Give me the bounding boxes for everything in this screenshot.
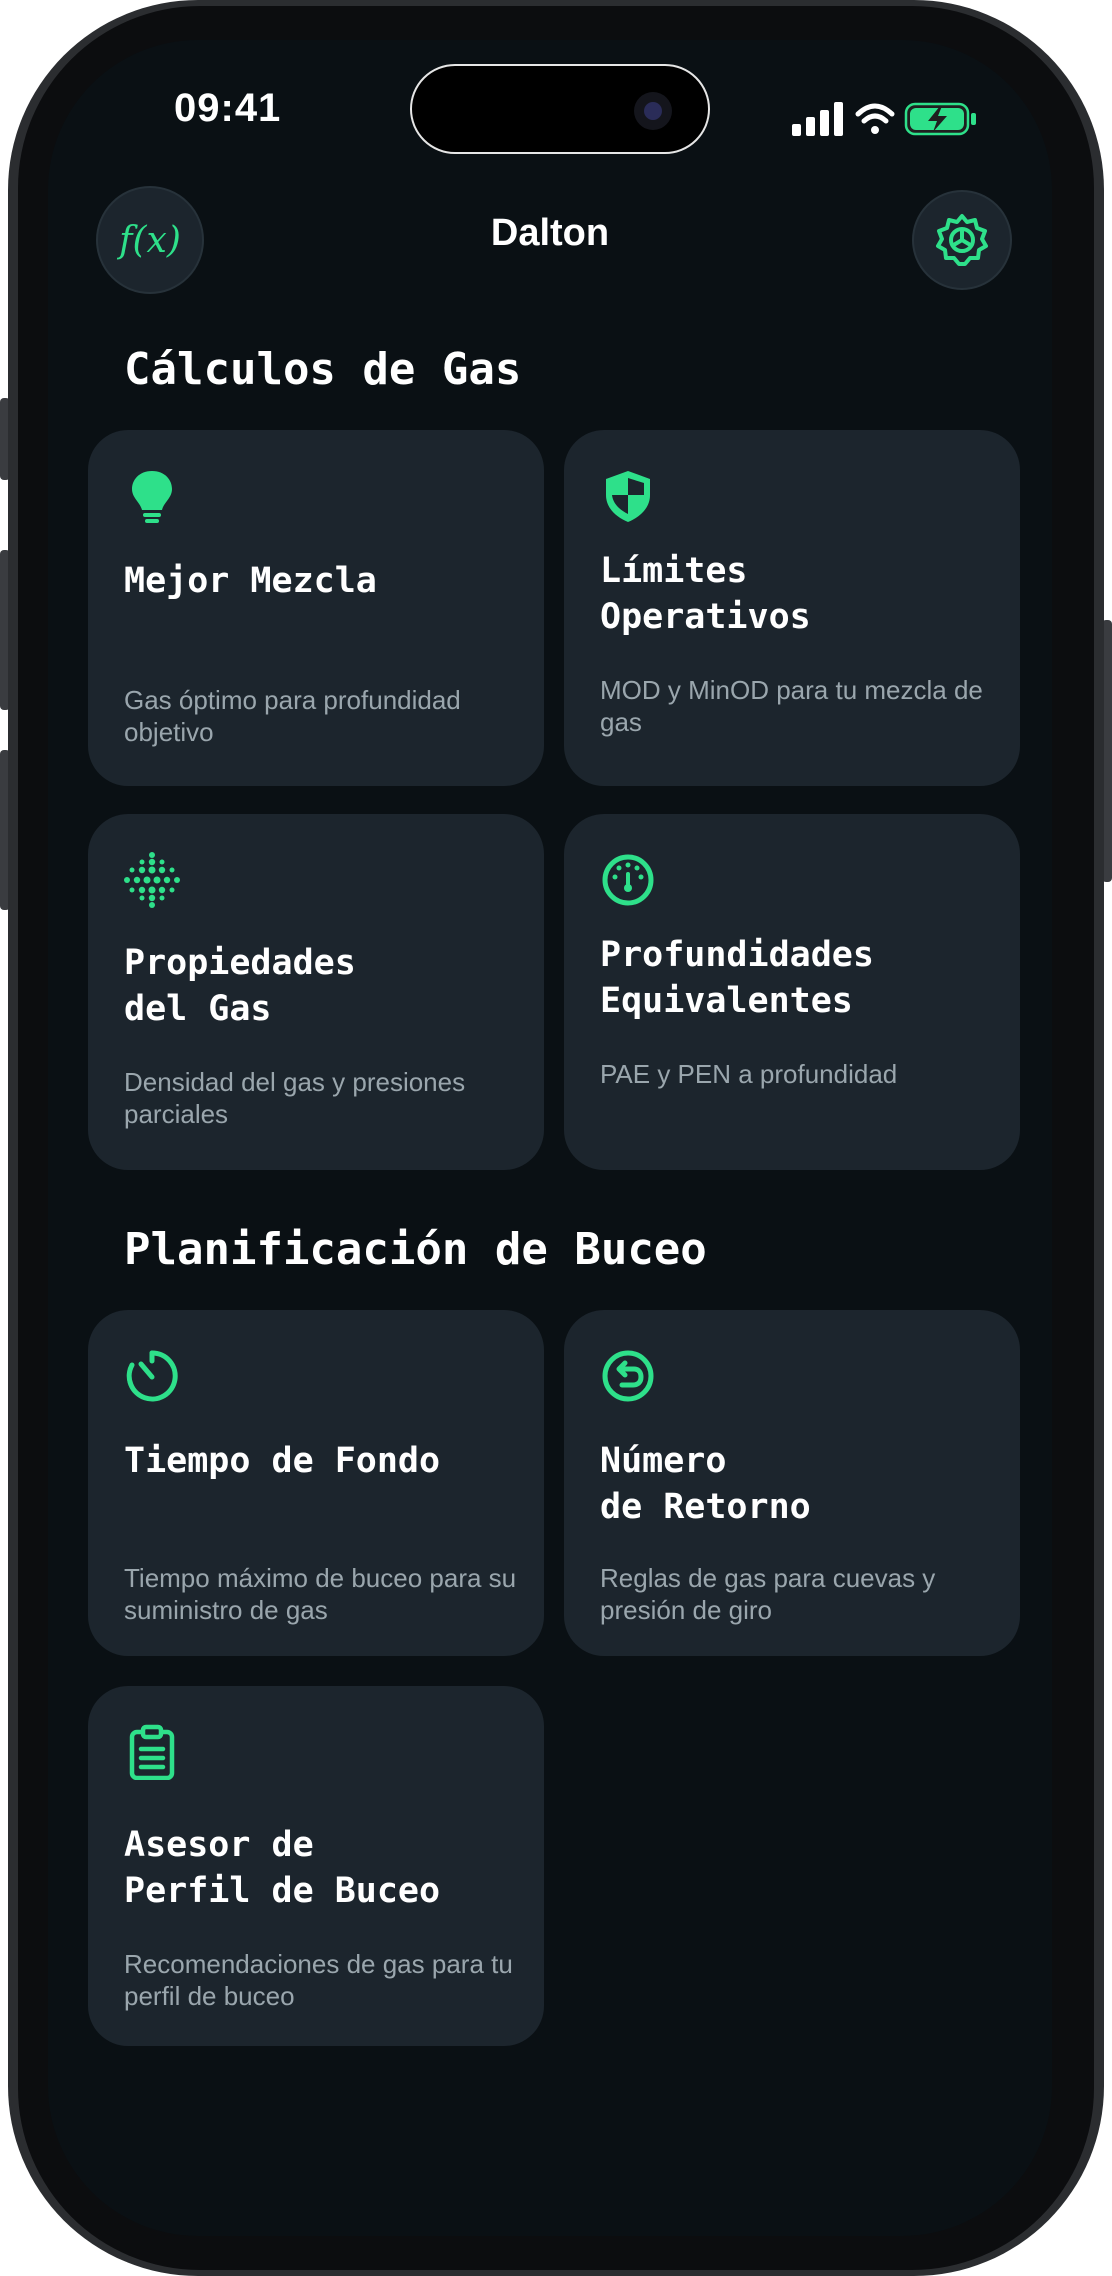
card-subtitle: MOD y MinOD para tu mezcla de gas (600, 675, 983, 737)
camera-icon (634, 92, 672, 130)
page-title: Dalton (490, 212, 610, 254)
card-title: Propiedades del Gas (124, 943, 356, 1029)
card-best-mix[interactable]: Mejor Mezcla Gas óptimo para profundidad… (88, 430, 544, 786)
dynamic-island (410, 64, 710, 154)
card-title: Mejor Mezcla (124, 561, 377, 601)
wifi-icon (855, 103, 895, 134)
return-arrow-icon (602, 1350, 654, 1402)
section-title-gas: Cálculos de Gas (124, 344, 522, 395)
status-icons (792, 100, 992, 144)
card-subtitle: Tiempo máximo de buceo para su suministr… (124, 1563, 517, 1625)
lightbulb-icon (132, 471, 172, 523)
card-operating-limits[interactable]: Límites Operativos MOD y MinOD para tu m… (564, 430, 1020, 786)
card-bottom-time[interactable]: Tiempo de Fondo Tiempo máximo de buceo p… (88, 1310, 544, 1656)
card-subtitle: Recomendaciones de gas para tu perfil de… (124, 1949, 513, 2011)
card-title: Asesor de Perfil de Buceo (124, 1825, 441, 1911)
clipboard-icon (129, 1724, 175, 1780)
card-gas-properties[interactable]: Propiedades del Gas Densidad del gas y p… (88, 814, 544, 1170)
gauge-icon (602, 854, 654, 906)
card-dive-profile-advisor[interactable]: Asesor de Perfil de Buceo Recomendacione… (88, 1686, 544, 2046)
card-title: Límites Operativos (600, 551, 811, 637)
gear-icon (936, 214, 988, 266)
card-subtitle: Densidad del gas y presiones parciales (124, 1067, 466, 1129)
timer-icon (126, 1350, 178, 1402)
section-title-dive-planning: Planificación de Buceo (124, 1224, 707, 1275)
card-return-number[interactable]: Número de Retorno Reglas de gas para cue… (564, 1310, 1020, 1656)
card-subtitle: Reglas de gas para cuevas y presión de g… (600, 1563, 936, 1625)
settings-button[interactable] (912, 190, 1012, 290)
shield-icon (606, 471, 650, 522)
dots-grid-icon (124, 852, 180, 908)
app-screen: 09:41 f(x) Dalton Cálculos de Gas Mejor … (48, 40, 1052, 2236)
card-subtitle: Gas óptimo para profundidad objetivo (124, 685, 461, 747)
cellular-signal-icon (792, 102, 843, 136)
battery-charging-icon (904, 102, 976, 136)
status-time: 09:41 (174, 86, 282, 130)
card-subtitle: PAE y PEN a profundidad (600, 1059, 898, 1089)
card-title: Número de Retorno (600, 1441, 811, 1527)
card-title: Tiempo de Fondo (124, 1441, 441, 1481)
card-equivalent-depths[interactable]: Profundidades Equivalentes PAE y PEN a p… (564, 814, 1020, 1170)
card-title: Profundidades Equivalentes (600, 935, 874, 1021)
